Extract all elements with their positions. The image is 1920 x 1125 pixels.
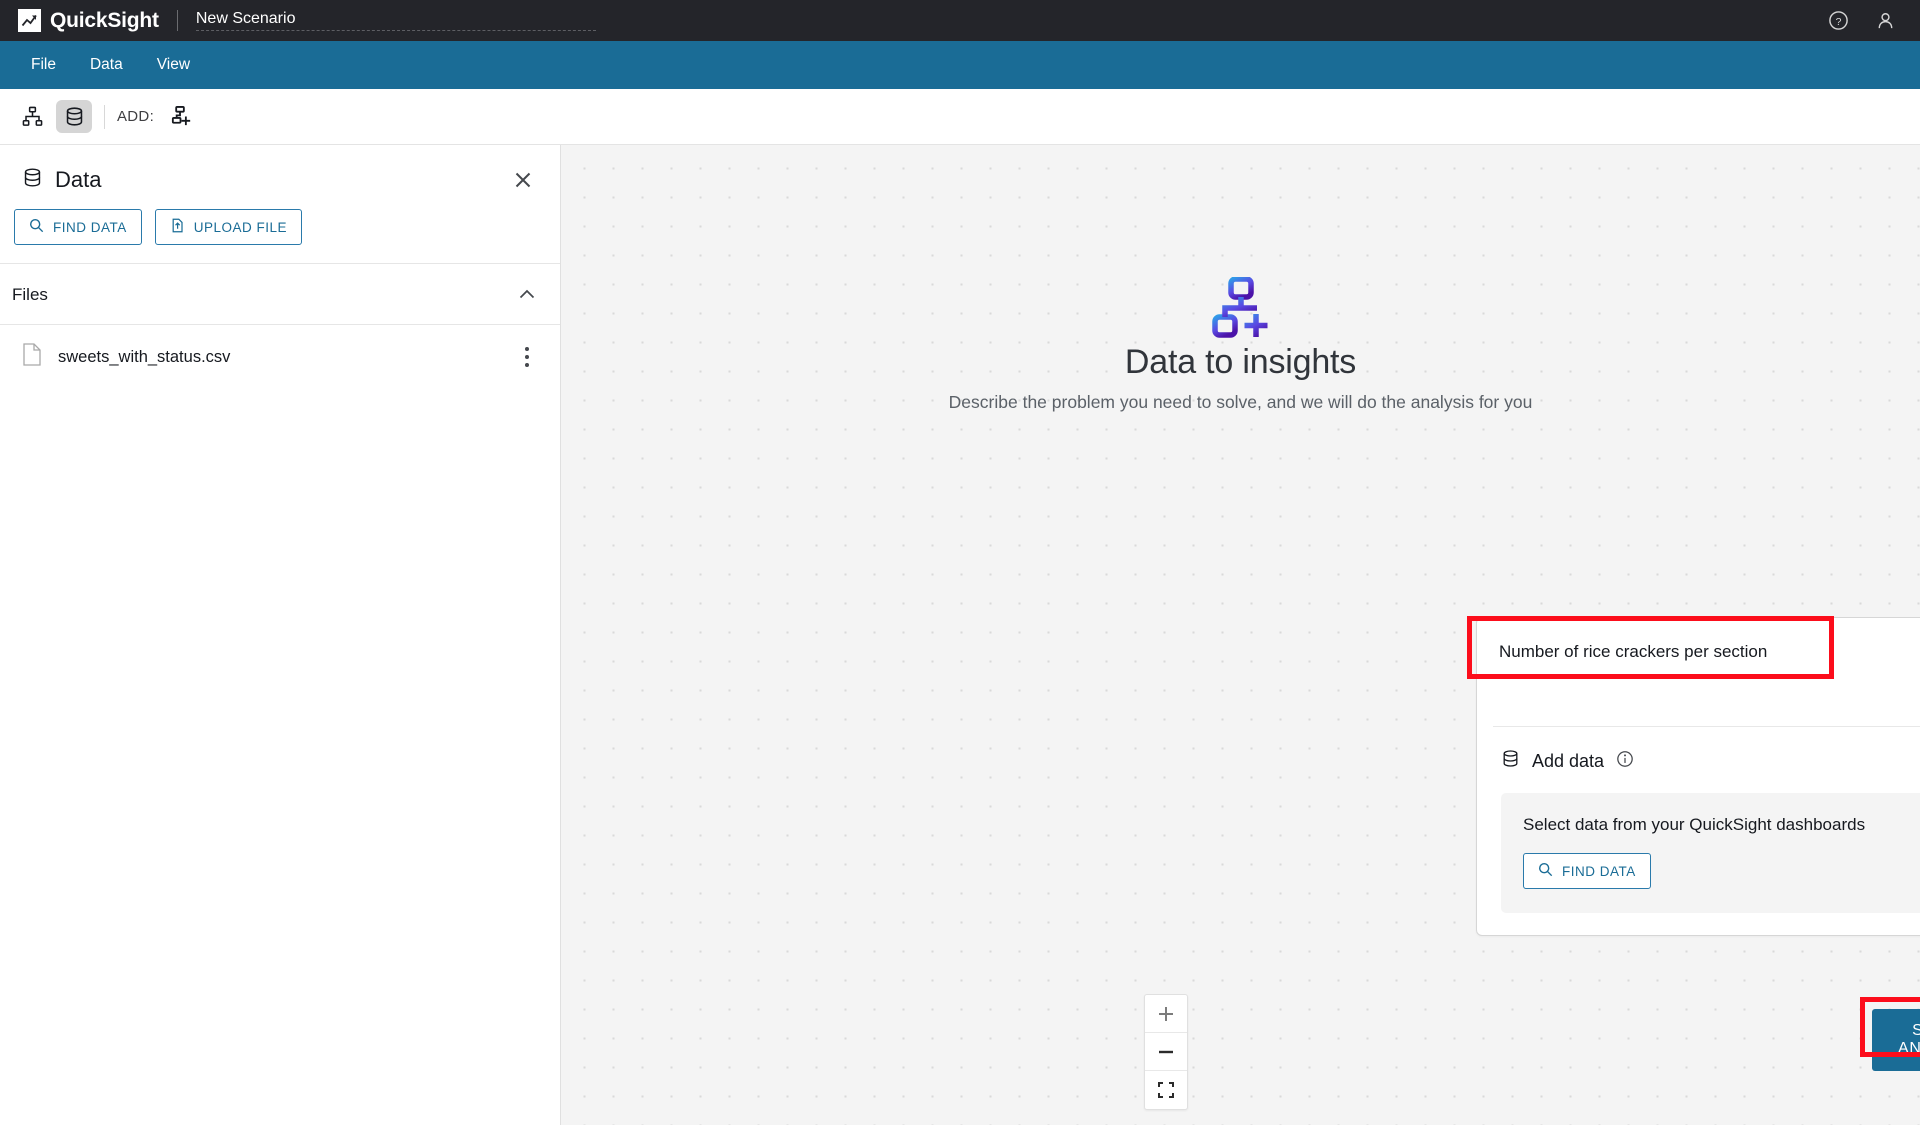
file-name: sweets_with_status.csv xyxy=(58,347,231,366)
start-analysis-button[interactable]: START ANALYSIS xyxy=(1872,1009,1920,1071)
data-panel-title: Data xyxy=(55,167,102,192)
fit-to-screen-icon[interactable] xyxy=(1145,1071,1187,1109)
search-icon xyxy=(29,218,44,236)
kebab-menu-icon[interactable] xyxy=(516,343,538,371)
add-data-options: Select data from your QuickSight dashboa… xyxy=(1477,773,1920,935)
find-data-button[interactable]: FIND DATA xyxy=(14,209,142,245)
prompt-input[interactable]: Number of rice crackers per section xyxy=(1477,618,1920,726)
list-item[interactable]: sweets_with_status.csv xyxy=(0,325,560,389)
quicksight-chart-logo-icon xyxy=(18,9,41,32)
database-icon xyxy=(22,167,43,193)
hero-block: Data to insights Describe the problem yo… xyxy=(561,276,1920,413)
page-title: Data to insights xyxy=(1124,343,1357,381)
files-section-label: Files xyxy=(12,285,48,304)
scenario-card: Number of rice crackers per section Add … xyxy=(1476,617,1920,936)
flow-hierarchy-view-button[interactable] xyxy=(14,100,50,133)
scenario-canvas[interactable]: Data to insights Describe the problem yo… xyxy=(561,145,1920,1125)
menu-data[interactable]: Data xyxy=(77,49,136,81)
data-to-insights-node-plus-icon xyxy=(561,276,1920,339)
help-circle-icon[interactable]: ? xyxy=(1828,10,1849,31)
toolbar: ADD: xyxy=(0,89,1920,145)
info-circle-icon[interactable] xyxy=(1616,750,1634,773)
prompt-input-value: Number of rice crackers per section xyxy=(1499,642,1768,661)
search-icon xyxy=(1538,862,1553,880)
find-data-button-label: FIND DATA xyxy=(53,219,127,235)
workspace: Data FIND DATA UPLOAD FILE Files sweets_… xyxy=(0,145,1920,1125)
option-find-data: Select data from your QuickSight dashboa… xyxy=(1501,793,1920,913)
canvas-zoom-controls xyxy=(1144,994,1188,1110)
menu-bar: File Data View xyxy=(0,41,1920,89)
brand-name: QuickSight xyxy=(50,8,159,32)
header-divider xyxy=(176,10,178,31)
menu-file[interactable]: File xyxy=(18,49,69,81)
upload-file-button-label: UPLOAD FILE xyxy=(193,219,288,235)
plus-icon[interactable] xyxy=(1145,995,1187,1033)
close-icon[interactable] xyxy=(508,165,538,195)
app-header: QuickSight New Scenario ? xyxy=(0,0,1920,41)
find-data-button-label: FIND DATA xyxy=(1562,863,1636,879)
minus-icon[interactable] xyxy=(1145,1033,1187,1071)
files-section-header[interactable]: Files xyxy=(0,264,560,325)
data-view-button[interactable] xyxy=(56,100,92,133)
database-icon xyxy=(1501,749,1520,773)
data-panel-actions: FIND DATA UPLOAD FILE xyxy=(0,195,560,264)
data-panel: Data FIND DATA UPLOAD FILE Files sweets_… xyxy=(0,145,561,1125)
upload-file-icon xyxy=(170,218,185,236)
data-panel-header: Data xyxy=(0,145,560,195)
option-find-data-title: Select data from your QuickSight dashboa… xyxy=(1523,815,1866,834)
document-icon xyxy=(22,343,42,371)
add-data-label: Add data xyxy=(1532,750,1605,771)
add-data-header: Add data xyxy=(1477,727,1920,773)
page-subtitle: Describe the problem you need to solve, … xyxy=(948,392,1533,412)
scenario-title[interactable]: New Scenario xyxy=(195,10,596,31)
header-actions: ? xyxy=(1828,10,1902,31)
add-node-icon[interactable] xyxy=(164,101,196,133)
chevron-up-icon[interactable] xyxy=(516,284,538,306)
add-label: ADD: xyxy=(117,108,155,125)
menu-view[interactable]: View xyxy=(144,49,203,81)
toolbar-divider xyxy=(104,104,105,129)
svg-text:?: ? xyxy=(1836,16,1842,28)
upload-file-button[interactable]: UPLOAD FILE xyxy=(154,209,303,245)
find-data-button[interactable]: FIND DATA xyxy=(1523,853,1651,889)
user-account-icon[interactable] xyxy=(1875,10,1896,31)
